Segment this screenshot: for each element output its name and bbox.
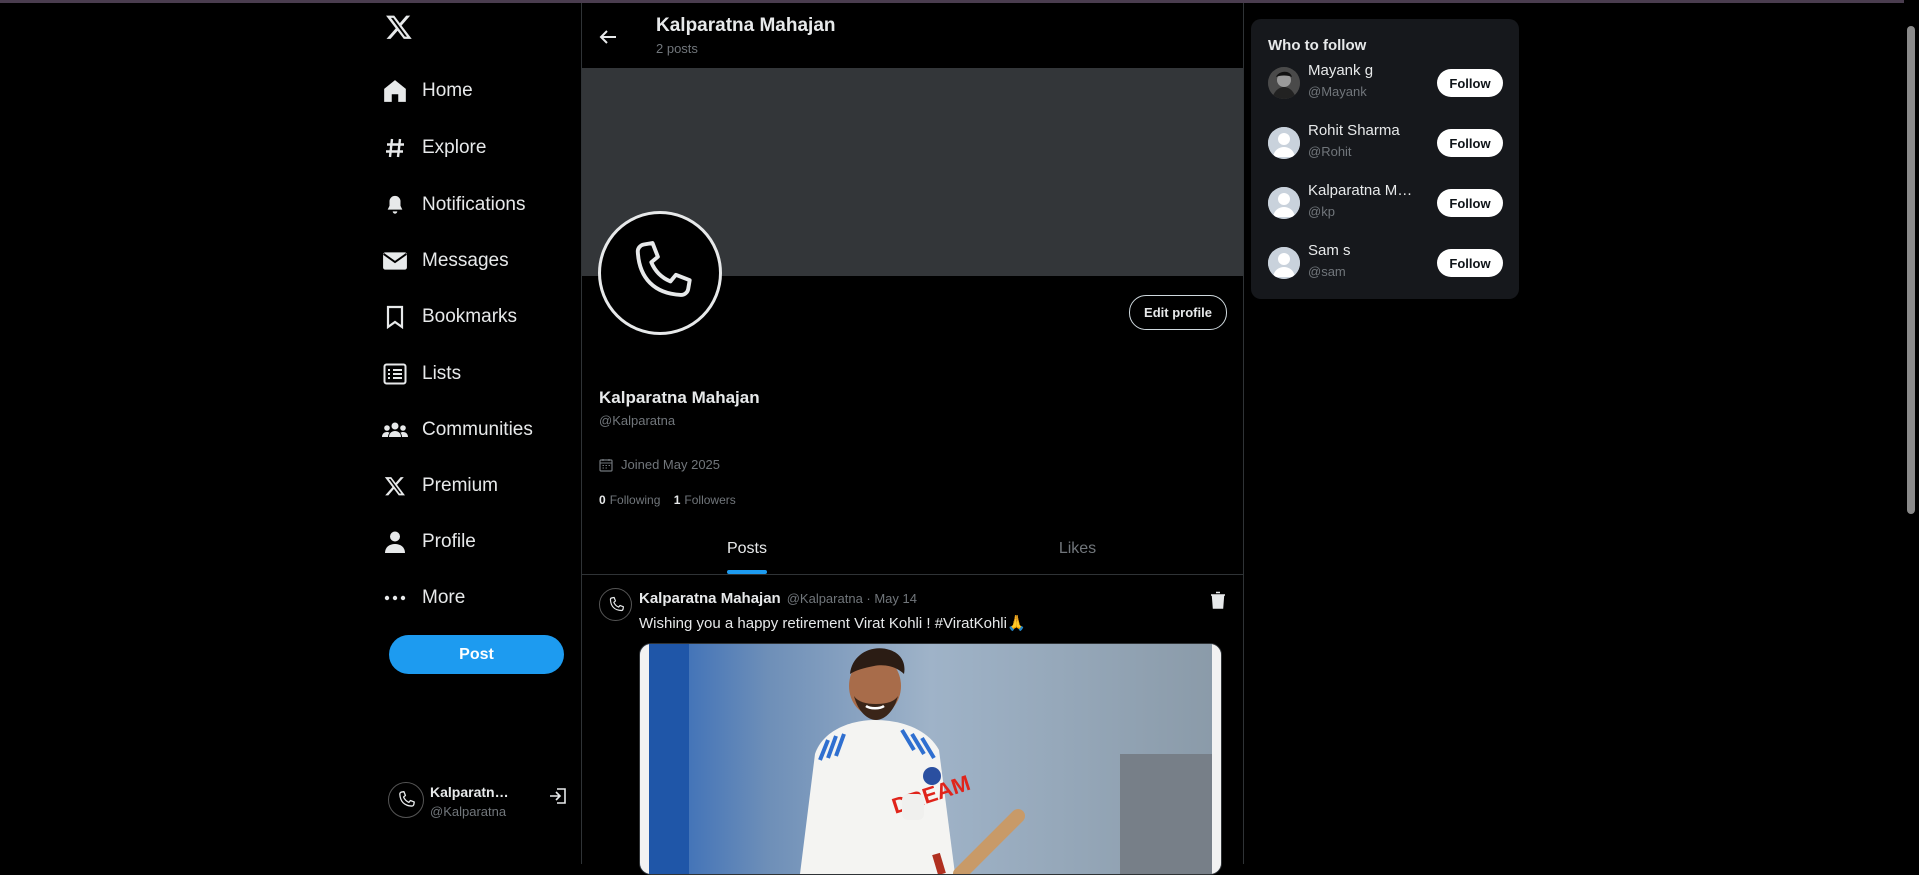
tab-likes[interactable]: Likes (912, 523, 1243, 574)
suggestion-name[interactable]: Kalparatna Mahajan (1308, 182, 1416, 199)
nav-profile-label: Profile (422, 531, 476, 552)
list-icon (382, 361, 408, 387)
profile-header: Kalparatna Mahajan 2 posts (582, 3, 1243, 67)
x-logo-icon[interactable] (382, 12, 416, 42)
who-to-follow-title: Who to follow (1268, 37, 1367, 54)
post-item[interactable]: Kalparatna Mahajan @Kalparatna · May 14 W… (582, 575, 1243, 875)
people-icon (382, 417, 408, 443)
nav-messages[interactable]: Messages (382, 243, 509, 279)
suggestion-name[interactable]: Sam s (1308, 242, 1416, 259)
profile-avatar[interactable] (598, 211, 722, 335)
nav-explore-label: Explore (422, 137, 487, 158)
home-icon (382, 78, 408, 104)
avatar[interactable] (1268, 247, 1300, 279)
nav-home[interactable]: Home (382, 73, 473, 109)
nav-bookmarks-label: Bookmarks (422, 306, 518, 327)
nav-premium[interactable]: Premium (382, 468, 498, 504)
post-count: 2 posts (656, 41, 698, 56)
tab-posts[interactable]: Posts (582, 523, 912, 574)
nav-lists[interactable]: Lists (382, 356, 461, 392)
nav-more[interactable]: More (382, 580, 465, 616)
scrollbar-thumb[interactable] (1907, 26, 1915, 514)
person-icon (382, 529, 408, 555)
profile-handle: @Kalparatna (599, 413, 676, 428)
avatar[interactable] (1268, 127, 1300, 159)
phone-icon (635, 241, 692, 297)
calendar-icon (599, 458, 613, 472)
suggestion-item[interactable]: Mayank g @Mayank Follow (1268, 61, 1508, 105)
follow-button[interactable]: Follow (1437, 249, 1503, 277)
edit-profile-button[interactable]: Edit profile (1129, 295, 1227, 330)
suggestion-handle: @sam (1308, 264, 1346, 279)
account-switcher[interactable]: Kalparatna Mahajan @Kalparatna (388, 782, 588, 826)
trash-icon[interactable] (1210, 591, 1228, 609)
avatar[interactable] (1268, 67, 1300, 99)
nav-explore[interactable]: Explore (382, 130, 486, 166)
post-meta: Kalparatna Mahajan @Kalparatna · May 14 (639, 590, 917, 607)
post-author[interactable]: Kalparatna Mahajan (639, 590, 781, 607)
suggestion-item[interactable]: Sam s @sam Follow (1268, 241, 1508, 285)
joined-date: Joined May 2025 (599, 457, 720, 472)
x-icon (382, 473, 408, 499)
follow-button[interactable]: Follow (1437, 189, 1503, 217)
nav-messages-label: Messages (422, 250, 509, 271)
account-handle: @Kalparatna (430, 804, 507, 819)
profile-tabs: Posts Likes (582, 523, 1243, 575)
follow-stats: 0 Following 1 Followers (599, 493, 736, 507)
back-arrow-icon[interactable] (594, 23, 622, 51)
suggestion-item[interactable]: Kalparatna Mahajan @kp Follow (1268, 181, 1508, 225)
following-link[interactable]: 0 Following (599, 493, 660, 507)
post-author-avatar[interactable] (599, 588, 632, 621)
nav-communities-label: Communities (422, 419, 533, 440)
nav-more-label: More (422, 587, 466, 608)
who-to-follow-panel: Who to follow Mayank g @Mayank Follow Ro… (1251, 19, 1519, 299)
followers-link[interactable]: 1 Followers (674, 493, 736, 507)
suggestion-name[interactable]: Mayank g (1308, 62, 1416, 79)
more-icon (382, 585, 408, 611)
envelope-icon (382, 248, 408, 274)
left-sidebar: Home Explore Notifications Messages Book… (372, 0, 580, 864)
nav-lists-label: Lists (422, 363, 462, 384)
active-tab-indicator (727, 570, 767, 574)
follow-button[interactable]: Follow (1437, 69, 1503, 97)
profile-column: Kalparatna Mahajan 2 posts Edit profile … (581, 3, 1244, 875)
page-title: Kalparatna Mahajan (656, 15, 836, 36)
suggestion-item[interactable]: Rohit Sharma @Rohit Follow (1268, 121, 1508, 165)
account-avatar (388, 782, 424, 818)
post-button[interactable]: Post (389, 635, 564, 674)
post-handle-date: @Kalparatna · May 14 (786, 591, 917, 606)
avatar[interactable] (1268, 187, 1300, 219)
bell-icon (382, 192, 408, 218)
phone-icon (399, 791, 415, 807)
hashtag-icon (382, 135, 408, 161)
nav-communities[interactable]: Communities (382, 412, 533, 448)
suggestion-handle: @Mayank (1308, 84, 1367, 99)
nav-notifications-label: Notifications (422, 194, 526, 215)
follow-button[interactable]: Follow (1437, 129, 1503, 157)
nav-notifications[interactable]: Notifications (382, 187, 526, 223)
bookmark-icon (382, 304, 408, 330)
account-name: Kalparatna Mahajan (430, 784, 510, 800)
nav-home-label: Home (422, 80, 473, 101)
suggestion-handle: @Rohit (1308, 144, 1352, 159)
suggestion-name[interactable]: Rohit Sharma (1308, 122, 1416, 139)
nav-bookmarks[interactable]: Bookmarks (382, 299, 517, 335)
profile-name: Kalparatna Mahajan (599, 388, 760, 407)
phone-icon (609, 596, 624, 611)
post-image[interactable]: DREAM (639, 643, 1222, 875)
suggestion-handle: @kp (1308, 204, 1335, 219)
joined-text: Joined May 2025 (621, 457, 721, 472)
post-text: Wishing you a happy retirement Virat Koh… (639, 615, 1026, 632)
nav-profile[interactable]: Profile (382, 524, 476, 560)
nav-premium-label: Premium (422, 475, 499, 496)
logout-icon[interactable] (548, 786, 568, 806)
